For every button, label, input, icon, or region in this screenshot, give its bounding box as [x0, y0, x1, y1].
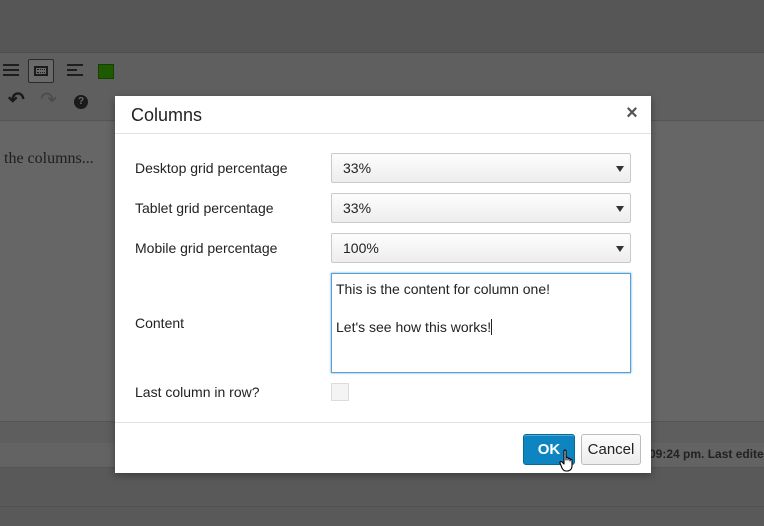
color-swatch-icon[interactable] — [98, 64, 114, 79]
last-edited-status: 09:24 pm. Last edite — [649, 447, 764, 461]
content-textarea[interactable]: This is the content for column one! Let'… — [331, 273, 631, 373]
content-label: Content — [135, 315, 185, 331]
hand-cursor-icon — [559, 449, 573, 472]
chevron-down-icon — [616, 206, 624, 212]
divider — [0, 506, 764, 507]
desktop-grid-select[interactable]: 33% — [331, 153, 631, 183]
desktop-grid-label: Desktop grid percentage — [135, 160, 288, 176]
content-line-2: Let's see how this works! — [336, 319, 492, 335]
content-line-1: This is the content for column one! — [336, 281, 550, 297]
tablet-grid-value: 33% — [343, 200, 372, 216]
align-icon[interactable] — [67, 64, 83, 78]
desktop-grid-value: 33% — [343, 160, 372, 176]
mobile-grid-value: 100% — [343, 240, 379, 256]
background-top-bar — [0, 0, 764, 53]
chevron-down-icon — [616, 166, 624, 172]
mobile-grid-select[interactable]: 100% — [331, 233, 631, 263]
close-icon[interactable]: × — [623, 103, 641, 123]
editor-text: the columns... — [4, 150, 94, 167]
horizontal-line-icon[interactable] — [3, 64, 19, 78]
text-caret — [491, 319, 493, 335]
undo-icon[interactable]: ↶ — [8, 90, 25, 110]
last-column-checkbox[interactable] — [331, 383, 349, 401]
tablet-grid-label: Tablet grid percentage — [135, 200, 274, 216]
background-bottom — [0, 468, 764, 526]
toolbar-toggle-icon[interactable] — [28, 59, 54, 83]
columns-dialog: Columns × Desktop grid percentage 33% Ta… — [115, 96, 651, 473]
mobile-grid-label: Mobile grid percentage — [135, 240, 278, 256]
dialog-header: Columns × — [115, 96, 651, 134]
last-column-label: Last column in row? — [135, 384, 260, 400]
redo-icon[interactable]: ↷ — [40, 90, 57, 110]
tablet-grid-select[interactable]: 33% — [331, 193, 631, 223]
help-icon[interactable]: ? — [74, 95, 88, 109]
dialog-title: Columns — [131, 105, 203, 125]
cancel-button[interactable]: Cancel — [581, 434, 641, 465]
chevron-down-icon — [616, 246, 624, 252]
